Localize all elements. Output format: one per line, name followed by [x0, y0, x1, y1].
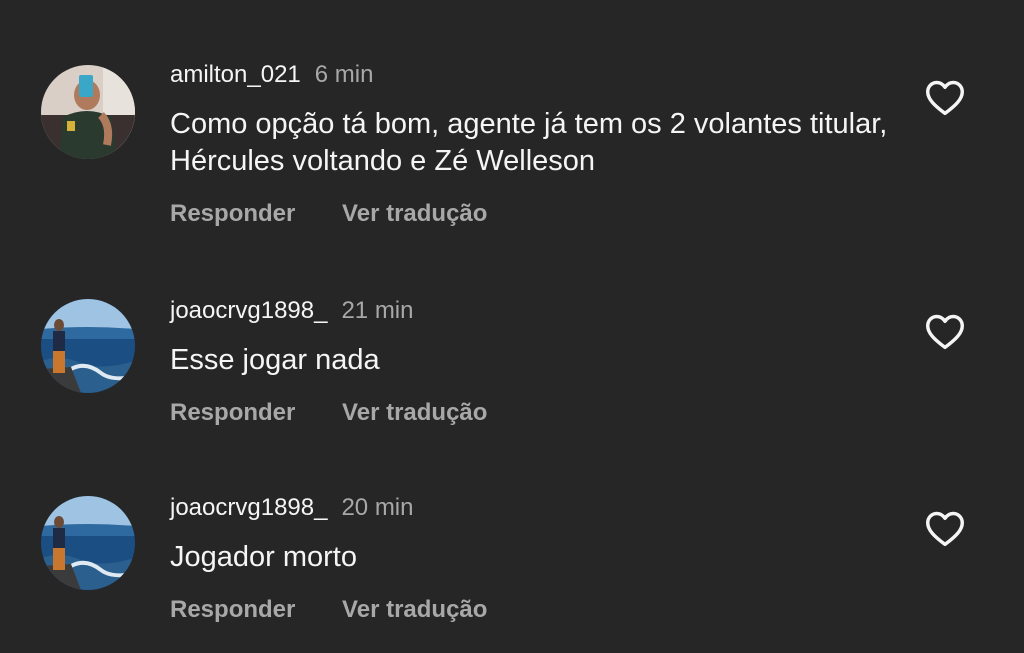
- timestamp: 6 min: [314, 61, 374, 88]
- like-heart-svg: [926, 314, 964, 350]
- avatar-photo: [41, 65, 135, 159]
- translate-button[interactable]: Ver tradução: [342, 596, 487, 624]
- avatar[interactable]: [41, 65, 135, 159]
- comment-text: Jogador morto: [170, 541, 357, 573]
- heart-outline-icon[interactable]: [924, 78, 966, 116]
- avatar[interactable]: [41, 496, 135, 590]
- translate-button[interactable]: Ver tradução: [342, 200, 487, 228]
- comment-actions: Responder Ver tradução: [170, 596, 890, 624]
- avatar-photo: [41, 299, 135, 393]
- comment-text: Esse jogar nada: [170, 344, 380, 376]
- heart-outline-icon[interactable]: [924, 509, 966, 547]
- like-heart-svg: [926, 511, 964, 547]
- avatar[interactable]: [41, 299, 135, 393]
- username[interactable]: joaocrvg1898_: [170, 297, 327, 324]
- reply-button[interactable]: Responder: [170, 399, 295, 427]
- comment-text: Como opção tá bom, agente já tem os 2 vo…: [170, 108, 888, 177]
- comment-meta: joaocrvg1898_ 20 min: [170, 493, 890, 523]
- comment-body: joaocrvg1898_ 20 min Jogador morto Respon…: [170, 493, 890, 624]
- avatar-photo: [41, 496, 135, 590]
- like-heart-svg: [926, 80, 964, 116]
- comment-body: joaocrvg1898_ 21 min Esse jogar nada Resp…: [170, 296, 890, 427]
- heart-outline-icon[interactable]: [924, 312, 966, 350]
- timestamp: 20 min: [341, 494, 414, 521]
- comment-body: amilton_021 6 min Como opção tá bom, agen…: [170, 60, 890, 228]
- username[interactable]: amilton_021: [170, 61, 301, 88]
- comment-meta: joaocrvg1898_ 21 min: [170, 296, 890, 326]
- reply-button[interactable]: Responder: [170, 596, 295, 624]
- comment-actions: Responder Ver tradução: [170, 399, 890, 427]
- translate-button[interactable]: Ver tradução: [342, 399, 487, 427]
- comment-actions: Responder Ver tradução: [170, 200, 890, 228]
- username[interactable]: joaocrvg1898_: [170, 494, 327, 521]
- timestamp: 21 min: [341, 297, 414, 324]
- reply-button[interactable]: Responder: [170, 200, 295, 228]
- comment-meta: amilton_021 6 min: [170, 60, 890, 90]
